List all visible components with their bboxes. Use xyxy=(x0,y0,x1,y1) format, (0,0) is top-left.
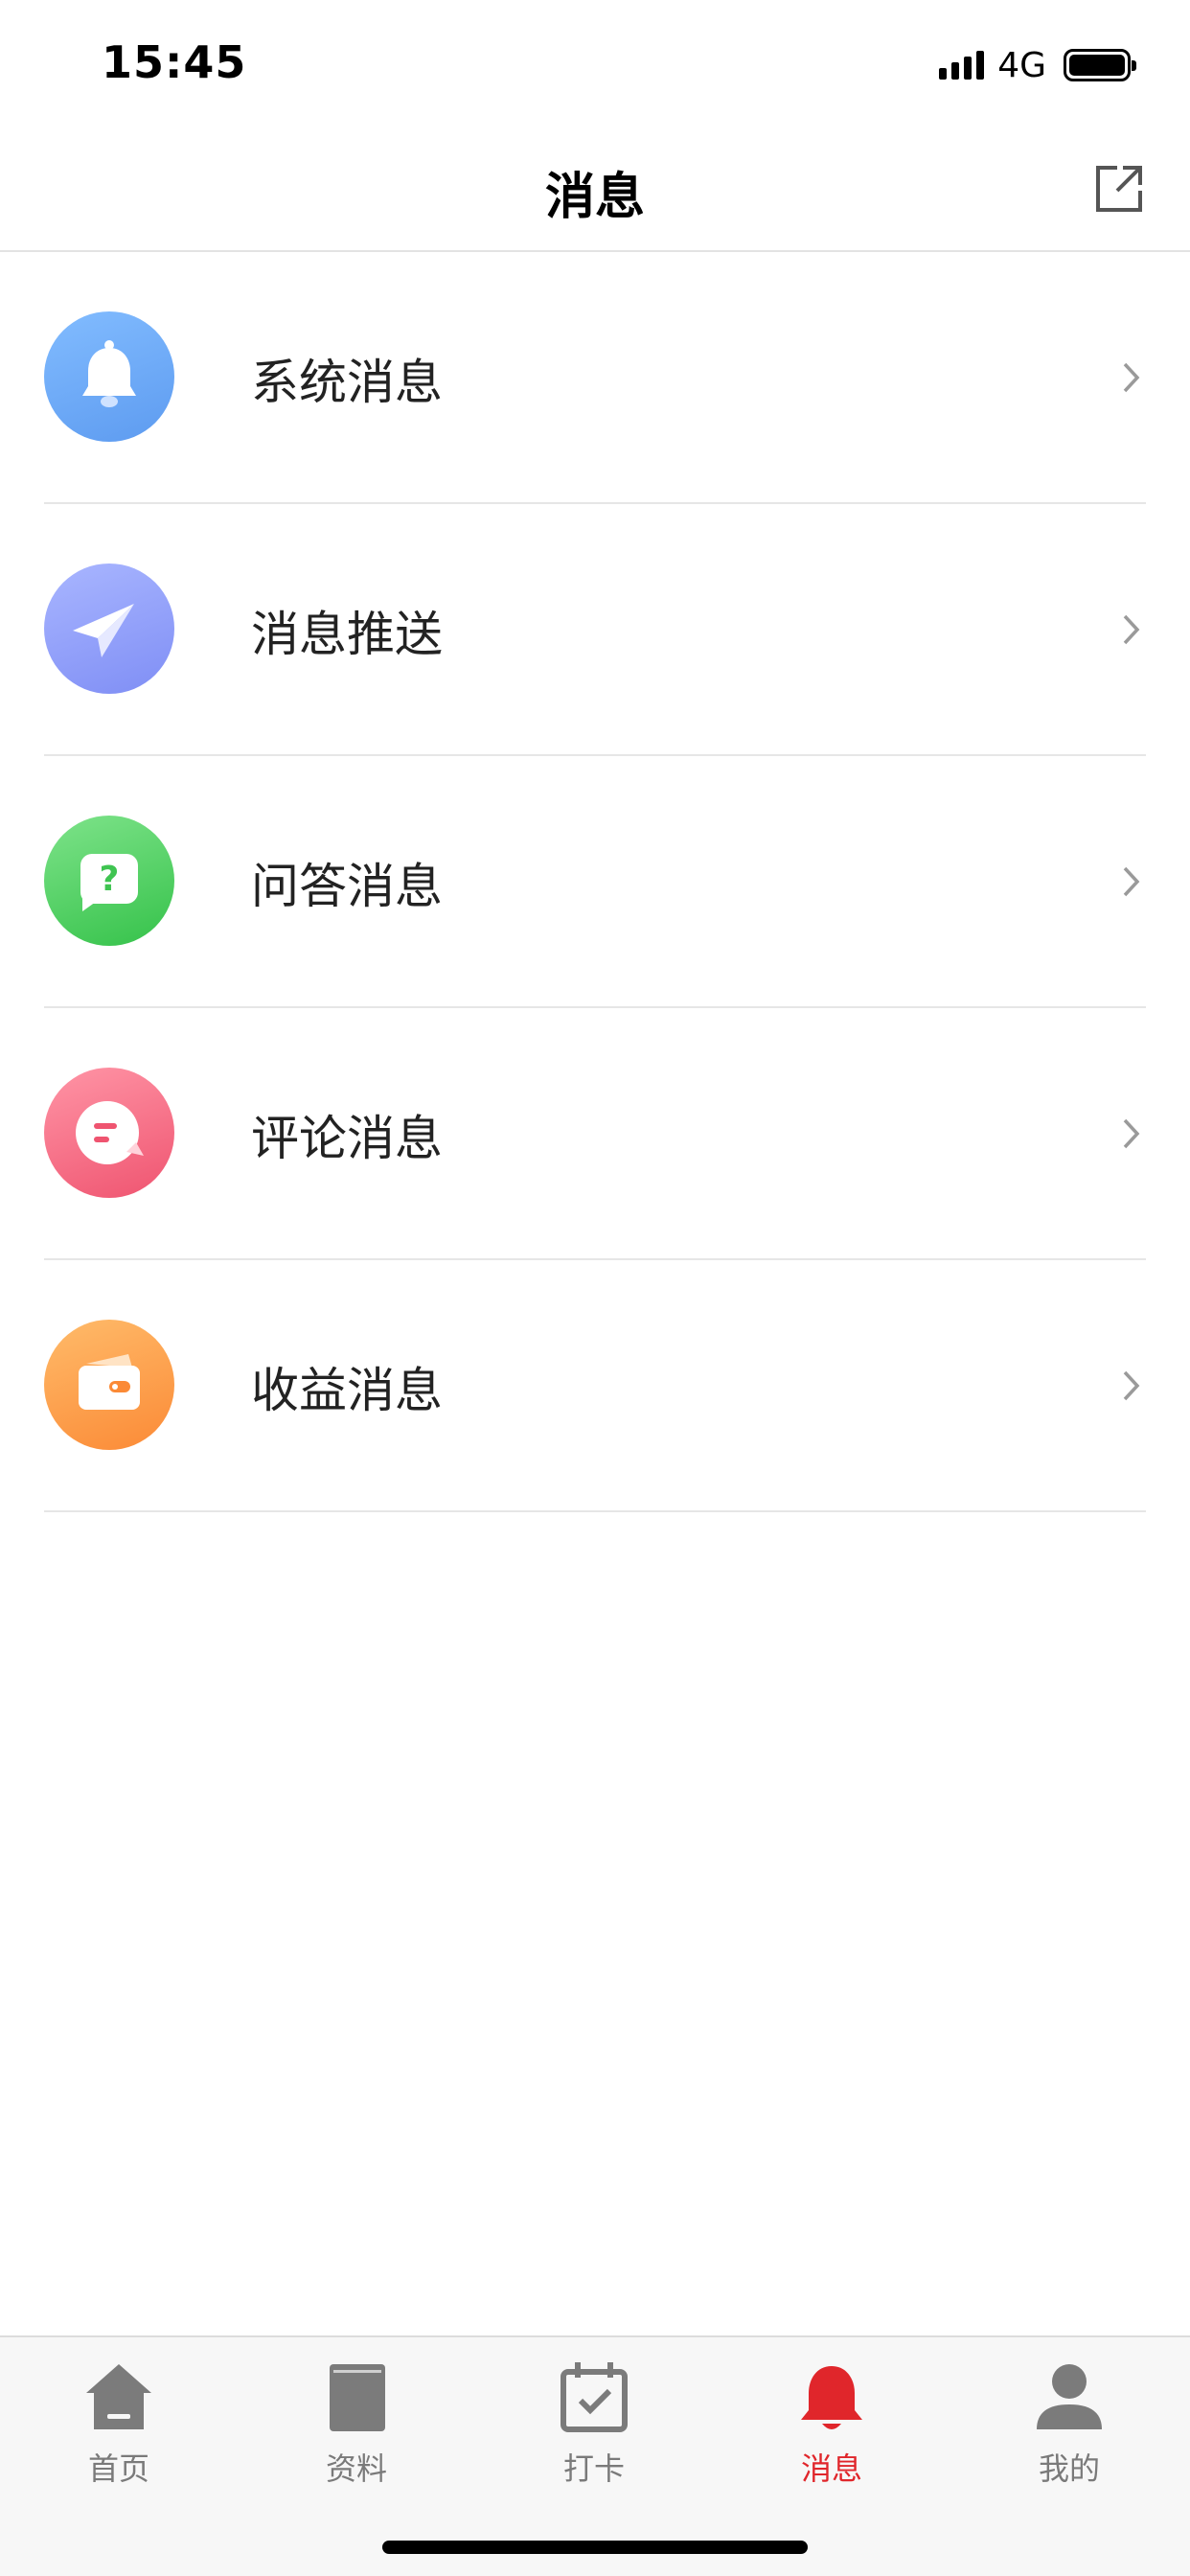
list-item-label: 问答消息 xyxy=(251,859,443,914)
tab-mine[interactable]: 我的 xyxy=(950,2358,1188,2502)
share-button[interactable] xyxy=(1090,160,1148,218)
chevron-right-icon xyxy=(1123,866,1140,897)
tab-label: 打卡 xyxy=(562,2450,625,2487)
network-type: 4G xyxy=(997,45,1046,85)
page-title: 消息 xyxy=(544,169,645,226)
chevron-right-icon xyxy=(1123,1118,1140,1149)
nav-bar: 消息 xyxy=(0,129,1190,252)
bell-icon xyxy=(801,2366,862,2429)
home-indicator[interactable] xyxy=(382,2541,808,2554)
list-item-label: 收益消息 xyxy=(251,1363,443,1418)
tab-messages[interactable]: 消息 xyxy=(713,2358,950,2502)
list-item-push[interactable]: 消息推送 xyxy=(0,504,1190,756)
bell-icon xyxy=(44,311,174,442)
list-item-income[interactable]: 收益消息 xyxy=(0,1260,1190,1512)
share-icon xyxy=(1096,166,1142,212)
user-icon xyxy=(1037,2364,1102,2429)
status-bar: 15:45 4G xyxy=(0,0,1190,129)
tab-materials[interactable]: 资料 xyxy=(238,2358,475,2502)
svg-text:?: ? xyxy=(100,860,120,899)
battery-icon xyxy=(1064,49,1136,81)
list-item-system[interactable]: 系统消息 xyxy=(0,252,1190,504)
divider xyxy=(44,1510,1146,1512)
tab-home[interactable]: 首页 xyxy=(0,2358,238,2502)
tab-label: 消息 xyxy=(800,2450,862,2487)
tab-label: 我的 xyxy=(1038,2450,1100,2487)
paper-plane-icon xyxy=(44,564,174,694)
book-icon xyxy=(330,2364,385,2431)
tab-checkin[interactable]: 打卡 xyxy=(475,2358,713,2502)
wallet-icon xyxy=(44,1320,174,1450)
list-item-comment[interactable]: 评论消息 xyxy=(0,1008,1190,1260)
list-item-label: 系统消息 xyxy=(251,355,443,410)
list-item-label: 消息推送 xyxy=(251,607,443,662)
list-item-label: 评论消息 xyxy=(251,1111,443,1166)
chevron-right-icon xyxy=(1123,1370,1140,1401)
question-bubble-icon: ? xyxy=(44,816,174,946)
chevron-right-icon xyxy=(1123,614,1140,645)
signal-icon xyxy=(939,51,985,80)
comment-icon xyxy=(44,1068,174,1198)
chevron-right-icon xyxy=(1123,362,1140,393)
tab-label: 首页 xyxy=(87,2450,149,2487)
list-item-qa[interactable]: ? 问答消息 xyxy=(0,756,1190,1008)
tab-label: 资料 xyxy=(325,2450,387,2487)
calendar-check-icon xyxy=(561,2362,628,2432)
home-icon xyxy=(86,2364,151,2429)
status-time: 15:45 xyxy=(102,36,247,88)
message-list: 系统消息 消息推送 ? 问答消息 评论消息 收益消息 xyxy=(0,252,1190,1512)
status-indicators: 4G xyxy=(939,44,1136,86)
